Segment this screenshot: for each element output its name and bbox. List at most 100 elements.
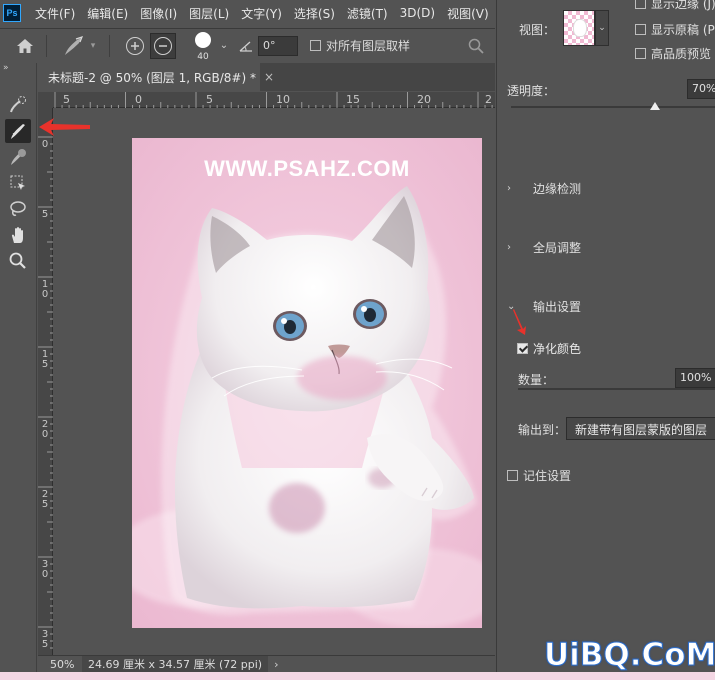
menu-select[interactable]: 选择(S)	[294, 5, 335, 22]
document-tab-bar: 未标题-2 @ 50% (图层 1, RGB/8#) * ×	[38, 63, 495, 91]
ruler-v-label: 1 0	[41, 279, 49, 300]
kitten-thumbnail-icon	[573, 19, 587, 37]
subtract-from-selection-button[interactable]	[150, 32, 176, 59]
menu-layer[interactable]: 图层(L)	[189, 5, 229, 22]
options-separator	[109, 34, 110, 57]
view-mode-thumbnail[interactable]	[563, 10, 595, 46]
sample-all-layers-checkbox[interactable]: 对所有图层取样	[310, 37, 410, 54]
ruler-v-label: 3 0	[41, 559, 49, 580]
brush-tool-icon[interactable]	[5, 145, 31, 169]
remember-settings-label: 记住设置	[523, 469, 572, 483]
canvas-workspace[interactable]: WWW.PSAHZ.COM	[54, 109, 495, 655]
opacity-slider-thumb[interactable]	[649, 102, 660, 110]
angle-input[interactable]: 0°	[258, 35, 298, 56]
sample-all-layers-label: 对所有图层取样	[326, 39, 411, 53]
underlying-window-strip	[0, 672, 715, 680]
menu-filter[interactable]: 滤镜(T)	[347, 5, 388, 22]
hq-preview-checkbox[interactable]: 高品质预览	[635, 45, 711, 62]
section-edge-detection-label: 边缘检测	[533, 182, 582, 196]
subtract-icon	[154, 36, 172, 55]
brush-size-value: 40	[197, 51, 209, 62]
ruler-h-label: 0	[135, 93, 142, 106]
hq-preview-box[interactable]	[635, 48, 646, 59]
collapse-toolbar-icon[interactable]: »	[3, 63, 9, 73]
add-to-selection-icon[interactable]	[126, 36, 144, 55]
status-menu-chevron-icon[interactable]: ›	[274, 658, 278, 671]
refine-brush-preset-icon[interactable]	[61, 34, 87, 58]
options-separator	[46, 34, 47, 57]
remember-settings-box[interactable]	[507, 470, 518, 481]
search-icon[interactable]	[467, 37, 485, 55]
ruler-h-label: 5	[206, 93, 213, 106]
zoom-tool-icon[interactable]	[5, 249, 31, 273]
angle-icon	[238, 40, 254, 52]
output-to-select[interactable]: 新建带有图层蒙版的图层	[566, 417, 715, 440]
opacity-slider-track[interactable]	[511, 106, 715, 108]
document-tab[interactable]: 未标题-2 @ 50% (图层 1, RGB/8#) * ×	[38, 63, 274, 91]
horizontal-ruler[interactable]: 5 0 5 10 15 20 2	[53, 92, 495, 108]
ruler-h-label: 10	[276, 93, 290, 106]
menu-3d[interactable]: 3D(D)	[400, 6, 435, 20]
remember-settings-checkbox[interactable]: 记住设置	[507, 467, 571, 484]
status-bar: 50% 24.69 厘米 x 34.57 厘米 (72 ppi) ›	[38, 655, 495, 672]
lasso-tool-icon[interactable]	[5, 197, 31, 221]
options-bar: ▾ 40 ⌄ 0° 对所有图层取样	[0, 28, 495, 62]
menu-view[interactable]: 视图(V)	[447, 5, 489, 22]
menu-bar: Ps 文件(F) 编辑(E) 图像(I) 图层(L) 文字(Y) 选择(S) 滤…	[0, 0, 495, 26]
photoshop-logo[interactable]: Ps	[3, 4, 21, 22]
ruler-v-label: 2 0	[41, 419, 49, 440]
amount-label: 数量：	[518, 373, 555, 387]
amount-input[interactable]: 100%	[675, 368, 715, 388]
show-original-box[interactable]	[635, 24, 646, 35]
select-and-mask-properties-panel: 视图： ⌄ 显示边缘 (J) 显示原稿 (P) 高品质预览 透明度： 70% ›…	[496, 0, 715, 672]
brush-size-chevron-icon[interactable]: ⌄	[218, 40, 230, 51]
decontaminate-colors-checkbox[interactable]: 净化颜色	[517, 340, 581, 357]
opacity-input[interactable]: 70%	[687, 79, 715, 99]
show-edge-box[interactable]	[635, 0, 646, 9]
amount-slider-track[interactable]	[518, 388, 715, 390]
brush-preset-chevron-icon[interactable]: ▾	[87, 41, 99, 51]
menu-type[interactable]: 文字(Y)	[241, 5, 282, 22]
decontaminate-colors-box[interactable]	[517, 343, 528, 354]
sample-all-layers-box[interactable]	[310, 40, 321, 51]
kitten-photo	[132, 138, 482, 628]
zoom-level[interactable]: 50%	[38, 658, 82, 671]
document-size-info[interactable]: 24.69 厘米 x 34.57 厘米 (72 ppi)	[82, 656, 269, 672]
section-global-refinements[interactable]: › 全局调整	[507, 239, 581, 256]
quick-selection-tool-icon[interactable]	[5, 93, 31, 117]
section-global-refinements-label: 全局调整	[533, 241, 582, 255]
object-selection-tool-icon[interactable]	[5, 171, 31, 195]
document-canvas[interactable]: WWW.PSAHZ.COM	[132, 138, 482, 628]
ruler-v-label: 3 5	[41, 629, 49, 650]
ruler-h-label: 2	[485, 93, 492, 106]
document-tab-title: 未标题-2 @ 50% (图层 1, RGB/8#) *	[48, 70, 256, 85]
image-watermark-text: WWW.PSAHZ.COM	[204, 156, 410, 181]
show-original-checkbox[interactable]: 显示原稿 (P)	[635, 21, 715, 38]
hand-tool-icon[interactable]	[5, 223, 31, 247]
section-edge-detection[interactable]: › 边缘检测	[507, 180, 581, 197]
close-document-icon[interactable]: ×	[264, 70, 274, 84]
vertical-ruler[interactable]: 0 5 1 0 1 5 2 0 2 5 3 0 3 5	[38, 108, 53, 655]
ruler-v-label: 1 5	[41, 349, 49, 370]
output-to-label: 输出到：	[518, 423, 567, 437]
show-original-label: 显示原稿 (P)	[651, 23, 715, 37]
site-watermark-logo: UiBQ.CoM	[543, 637, 715, 674]
ruler-v-label: 2 5	[41, 489, 49, 510]
ruler-v-label: 0	[41, 139, 49, 150]
chevron-right-icon: ›	[507, 242, 511, 253]
menu-image[interactable]: 图像(I)	[140, 5, 177, 22]
menu-edit[interactable]: 编辑(E)	[87, 5, 128, 22]
hq-preview-label: 高品质预览	[651, 47, 712, 61]
ruler-origin[interactable]	[38, 92, 53, 108]
view-label: 视图：	[519, 23, 556, 37]
ruler-h-label: 5	[63, 93, 70, 106]
brush-size-picker[interactable]: 40	[190, 31, 216, 62]
red-annotation-arrow-left-icon	[39, 118, 90, 136]
refine-edge-brush-tool-icon[interactable]	[5, 119, 31, 143]
decontaminate-colors-label: 净化颜色	[533, 342, 582, 356]
menu-file[interactable]: 文件(F)	[35, 5, 75, 22]
show-edge-checkbox[interactable]: 显示边缘 (J)	[635, 0, 715, 12]
view-mode-chevron-icon[interactable]: ⌄	[595, 10, 609, 46]
red-annotation-arrow-down-icon	[513, 309, 526, 335]
home-icon[interactable]	[14, 35, 36, 57]
